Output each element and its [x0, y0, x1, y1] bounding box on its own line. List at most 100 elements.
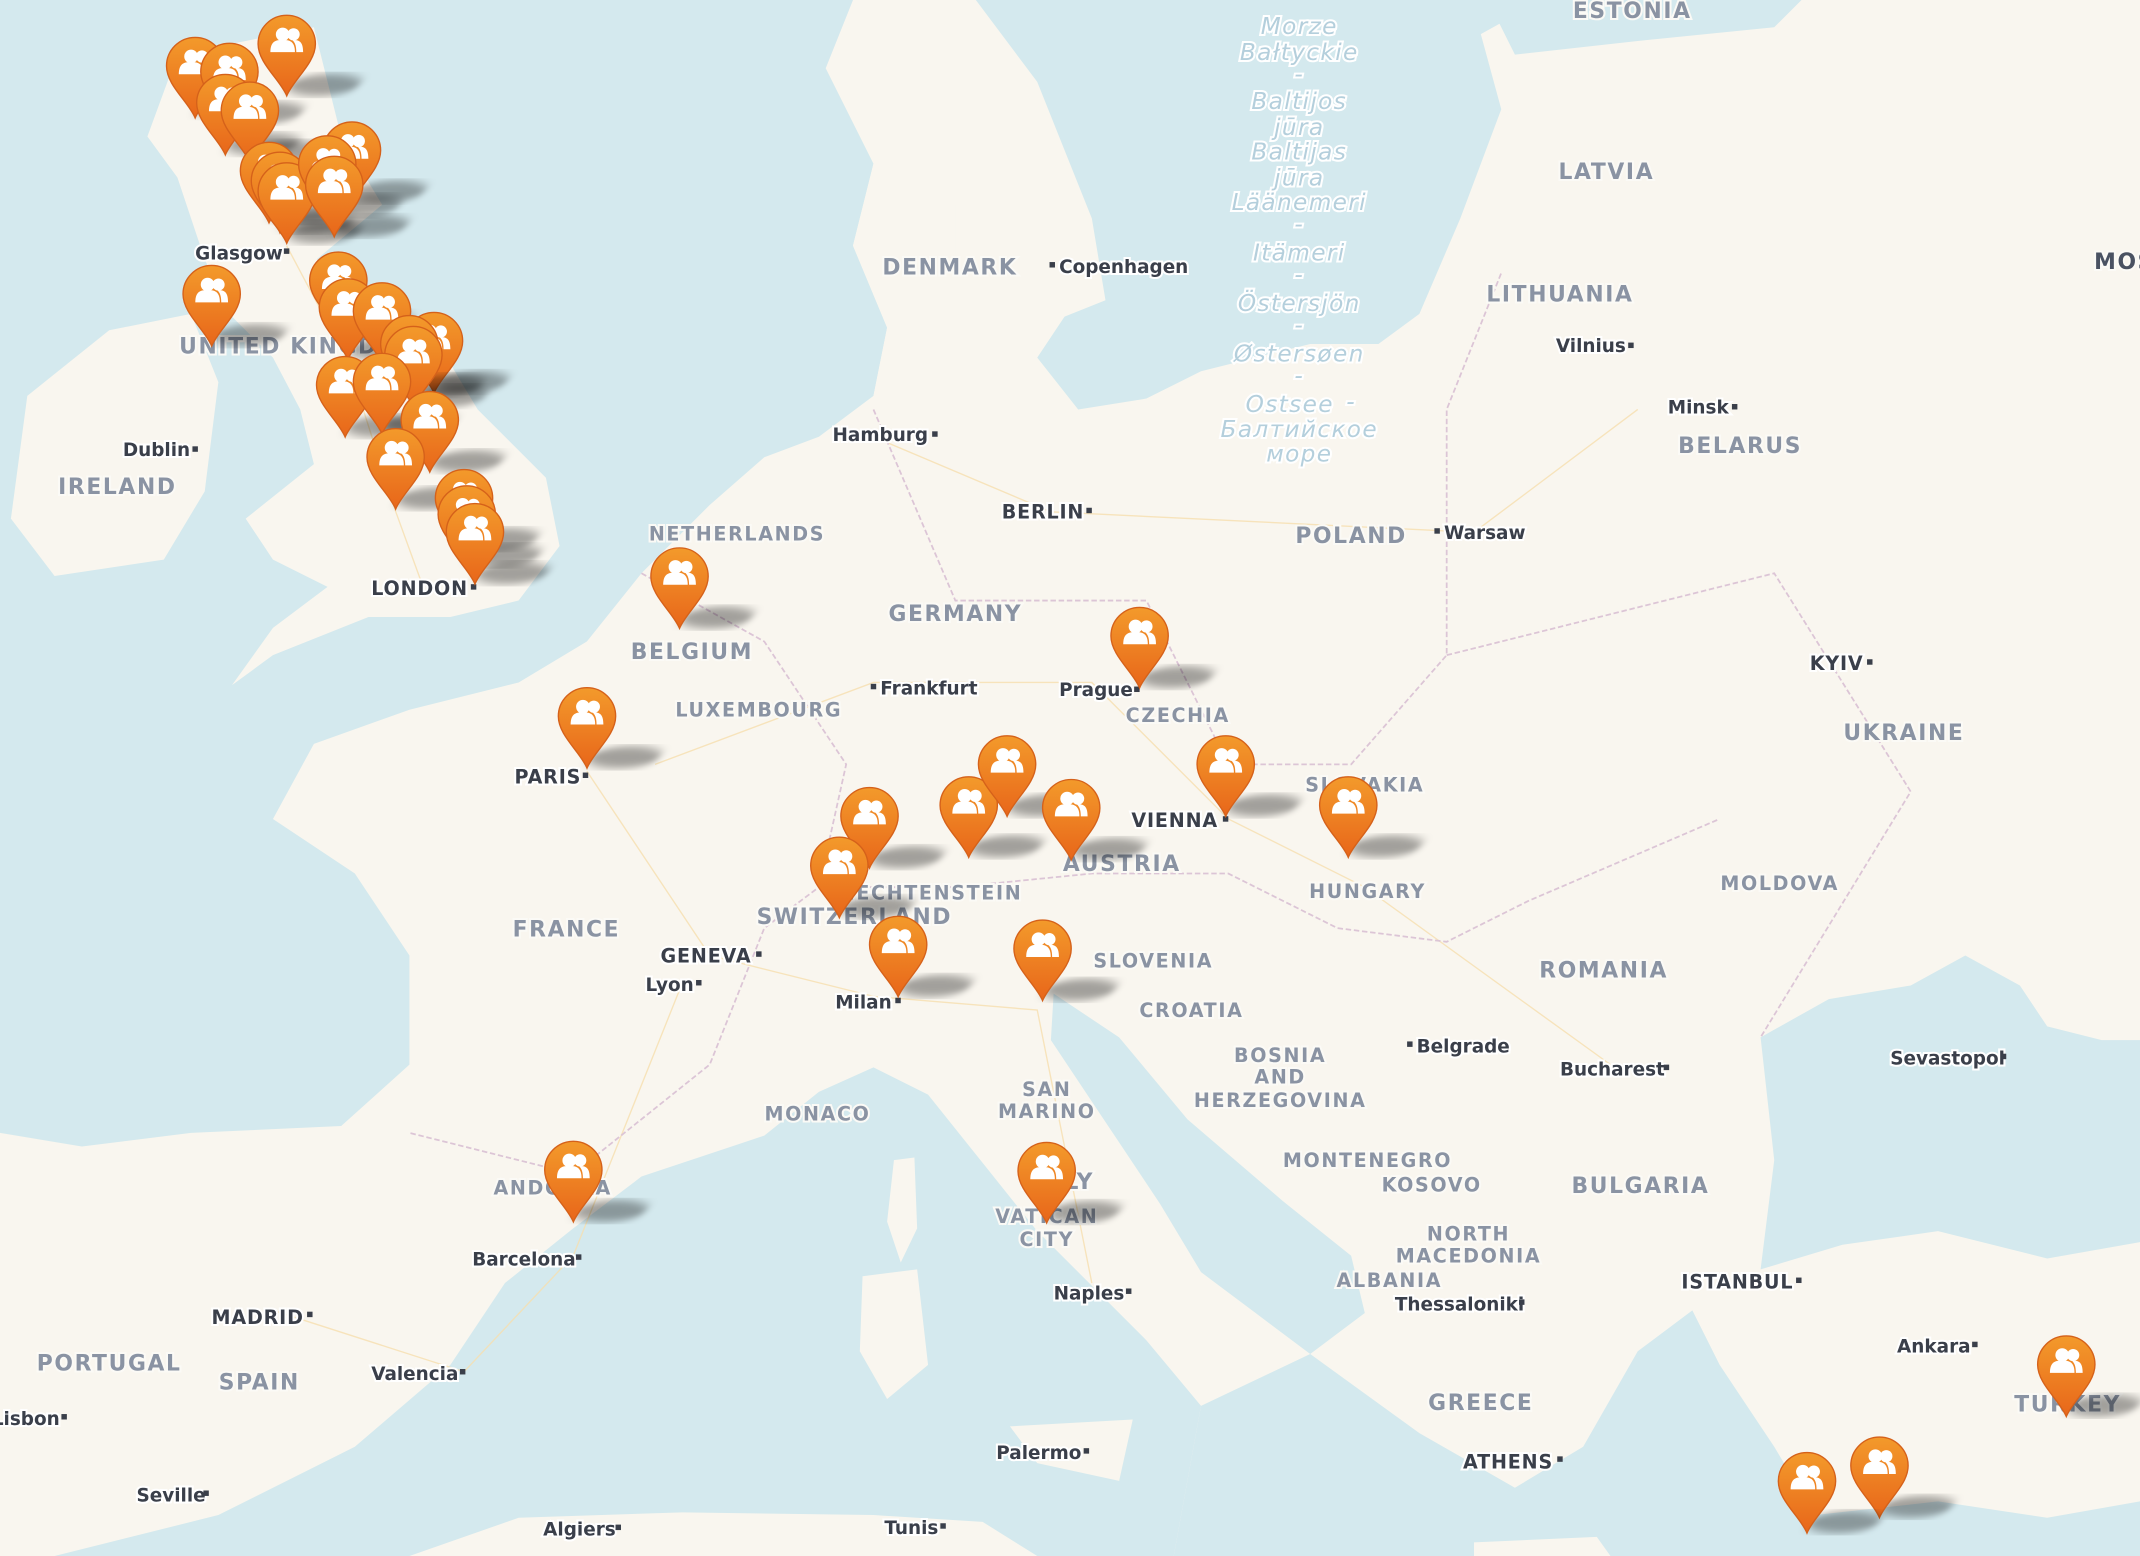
country-label: SLOVENIA	[1093, 950, 1213, 973]
svg-text:Hamburg: Hamburg	[833, 425, 929, 446]
city-lyon: Lyon	[644, 973, 702, 998]
svg-text:Barcelona: Barcelona	[472, 1249, 575, 1270]
country-label: LATVIA	[1558, 160, 1654, 185]
city-bucharest: Bucharest	[1558, 1058, 1670, 1083]
city-belgrade: Belgrade	[1407, 1034, 1512, 1059]
map-canvas[interactable]: Morze Bałtyckie - Baltijos jūra - Baltij…	[0, 0, 2140, 1556]
country-label: NORTH	[1427, 1223, 1510, 1246]
city-madrid: MADRID	[209, 1304, 313, 1331]
city-vienna: VIENNA	[1129, 807, 1229, 834]
country-label: ROMANIA	[1539, 958, 1668, 983]
city-sevastopol: Sevastopol	[1888, 1047, 2007, 1072]
city-barcelona: Barcelona	[470, 1247, 582, 1272]
country-label: BELARUS	[1678, 434, 1802, 459]
svg-text:Valencia: Valencia	[371, 1364, 458, 1385]
country-label: ALBANIA	[1337, 1269, 1443, 1292]
country-label: DENMARK	[882, 255, 1017, 280]
city-minsk: Minsk	[1666, 396, 1738, 421]
city-hamburg: Hamburg	[830, 423, 938, 448]
svg-text:Bucharest: Bucharest	[1560, 1060, 1665, 1081]
country-label: ESTONIA	[1573, 0, 1692, 24]
sea-label: -	[1294, 363, 1304, 390]
city-copenhagen: Copenhagen	[1049, 255, 1190, 280]
svg-text:Algiers: Algiers	[543, 1520, 616, 1541]
svg-text:Dublin: Dublin	[123, 440, 190, 461]
svg-text:Warsaw: Warsaw	[1444, 523, 1526, 544]
city-palermo: Palermo	[994, 1441, 1090, 1466]
country-label: GREECE	[1428, 1391, 1533, 1416]
svg-text:Glasgow: Glasgow	[195, 243, 283, 264]
svg-text:Ankara: Ankara	[1897, 1337, 1971, 1358]
city-dublin: Dublin	[121, 438, 198, 463]
sea-label: Балтийское	[1221, 416, 1378, 443]
country-label: KOSOVO	[1382, 1174, 1482, 1197]
sea-label: Morze	[1261, 13, 1338, 40]
svg-text:Lisbon: Lisbon	[0, 1409, 60, 1430]
sea-label: -	[1294, 312, 1304, 339]
country-label: AND	[1254, 1066, 1306, 1089]
svg-text:Minsk: Minsk	[1668, 398, 1730, 419]
city-athens: ATHENS	[1461, 1449, 1563, 1476]
country-label: CZECHIA	[1126, 704, 1230, 727]
city-istanbul: ISTANBUL	[1679, 1268, 1802, 1296]
city-valencia: Valencia	[369, 1362, 466, 1387]
svg-text:Thessaloniki: Thessaloniki	[1395, 1294, 1524, 1315]
sea-label: море	[1266, 440, 1332, 467]
country-label: MOSCOW	[2094, 250, 2140, 275]
country-label: GERMANY	[888, 602, 1022, 627]
city-frankfurt: Frankfurt	[870, 677, 980, 702]
svg-text:VIENNA: VIENNA	[1131, 809, 1218, 832]
country-label: PORTUGAL	[37, 1351, 182, 1376]
country-label: SAN	[1022, 1078, 1071, 1101]
city-algiers: Algiers	[541, 1517, 621, 1543]
city-warsaw: Warsaw	[1434, 521, 1528, 546]
svg-text:Belgrade: Belgrade	[1417, 1036, 1510, 1057]
sea-label: -	[1346, 388, 1356, 415]
city-kyiv: KYIV	[1808, 650, 1873, 677]
sea-label: -	[1294, 262, 1304, 289]
country-label: CROATIA	[1139, 999, 1243, 1022]
city-vilnius: Vilnius	[1554, 334, 1634, 359]
city-ankara: Ankara	[1895, 1335, 1978, 1360]
sea-label: -	[1294, 211, 1304, 238]
city-glasgow: Glasgow	[193, 241, 290, 266]
country-label: FRANCE	[513, 917, 621, 942]
sea-label: Baltijas	[1251, 139, 1347, 166]
svg-text:Seville: Seville	[136, 1485, 205, 1506]
svg-text:ATHENS: ATHENS	[1463, 1451, 1553, 1474]
svg-text:Naples: Naples	[1054, 1283, 1125, 1304]
country-label: HUNGARY	[1309, 880, 1426, 903]
city-lisbon: Lisbon	[0, 1407, 67, 1432]
city-thessaloniki: Thessaloniki	[1393, 1292, 1526, 1317]
country-label: LUXEMBOURG	[675, 699, 842, 722]
city-paris: PARIS	[512, 763, 589, 791]
svg-text:ISTANBUL: ISTANBUL	[1681, 1270, 1793, 1293]
city-geneva: GENEVA	[659, 942, 762, 969]
sea-label: Ostsee	[1246, 391, 1334, 418]
city-seville: Seville	[134, 1483, 209, 1508]
country-label: CITY	[1020, 1228, 1075, 1251]
svg-text:Copenhagen: Copenhagen	[1059, 257, 1188, 278]
svg-text:Sevastopol: Sevastopol	[1890, 1049, 2005, 1070]
svg-text:MADRID: MADRID	[212, 1306, 304, 1329]
country-label: POLAND	[1295, 524, 1407, 549]
city-prague: Prague	[1057, 678, 1140, 703]
country-label: NETHERLANDS	[649, 523, 825, 546]
sea-label: -	[1294, 61, 1304, 88]
svg-text:LONDON: LONDON	[371, 577, 468, 600]
svg-text:BERLIN: BERLIN	[1002, 501, 1084, 524]
country-label: MOLDOVA	[1720, 872, 1839, 895]
city-milan: Milan	[833, 991, 901, 1016]
city-berlin: BERLIN	[1000, 499, 1092, 526]
country-label: SPAIN	[219, 1370, 300, 1395]
sea-label: Baltijos	[1251, 88, 1347, 115]
svg-text:KYIV: KYIV	[1810, 652, 1864, 675]
country-label: UKRAINE	[1843, 721, 1964, 746]
country-label: BULGARIA	[1571, 1174, 1709, 1199]
country-label: BELGIUM	[631, 640, 753, 665]
svg-text:Milan: Milan	[835, 993, 891, 1014]
country-label: MONACO	[764, 1103, 870, 1126]
svg-text:GENEVA: GENEVA	[661, 944, 752, 967]
svg-text:Palermo: Palermo	[996, 1443, 1081, 1464]
svg-text:PARIS: PARIS	[515, 765, 582, 788]
